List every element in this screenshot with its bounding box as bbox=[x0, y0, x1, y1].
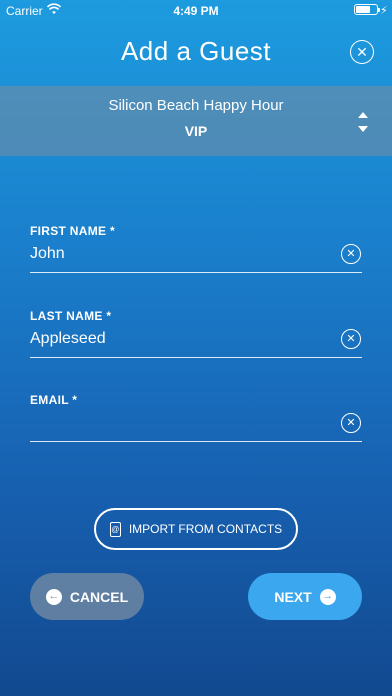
last-name-input[interactable] bbox=[30, 327, 330, 351]
event-tier: VIP bbox=[184, 123, 208, 139]
clear-email-button[interactable]: ✕ bbox=[341, 413, 361, 433]
email-label: EMAIL * bbox=[30, 393, 78, 407]
first-name-underline bbox=[30, 272, 362, 273]
first-name-input[interactable] bbox=[30, 242, 330, 266]
clear-last-name-button[interactable]: ✕ bbox=[341, 329, 361, 349]
close-icon: ✕ bbox=[356, 44, 368, 60]
event-selector[interactable]: Silicon Beach Happy Hour VIP bbox=[0, 86, 392, 156]
page-title: Add a Guest bbox=[120, 36, 272, 66]
close-icon: ✕ bbox=[346, 416, 356, 429]
battery-icon bbox=[354, 4, 380, 15]
next-label: NEXT bbox=[274, 588, 312, 605]
arrow-right-icon: → bbox=[319, 588, 336, 605]
contacts-icon: @ bbox=[109, 521, 121, 537]
arrow-left-icon: ← bbox=[45, 588, 62, 605]
import-contacts-label: IMPORT FROM CONTACTS bbox=[128, 522, 283, 536]
cancel-button[interactable]: ← CANCEL bbox=[30, 573, 144, 620]
email-input[interactable] bbox=[30, 411, 330, 435]
clear-first-name-button[interactable]: ✕ bbox=[341, 244, 361, 264]
close-icon: ✕ bbox=[346, 332, 356, 345]
email-underline bbox=[30, 441, 362, 442]
last-name-label: LAST NAME * bbox=[30, 309, 112, 323]
cancel-label: CANCEL bbox=[69, 588, 129, 605]
import-contacts-button[interactable]: @ IMPORT FROM CONTACTS bbox=[94, 508, 298, 550]
close-button[interactable]: ✕ bbox=[350, 40, 374, 64]
clock: 4:49 PM bbox=[173, 4, 219, 18]
next-button[interactable]: NEXT → bbox=[248, 573, 362, 620]
close-icon: ✕ bbox=[346, 247, 356, 260]
event-name: Silicon Beach Happy Hour bbox=[108, 97, 284, 114]
bolt-icon: ⚡ bbox=[380, 5, 388, 17]
first-name-label: FIRST NAME * bbox=[30, 224, 115, 238]
sort-icon[interactable] bbox=[356, 109, 370, 135]
last-name-underline bbox=[30, 357, 362, 358]
status-bar: Carrier 4:49 PM ⚡ bbox=[0, 0, 392, 22]
